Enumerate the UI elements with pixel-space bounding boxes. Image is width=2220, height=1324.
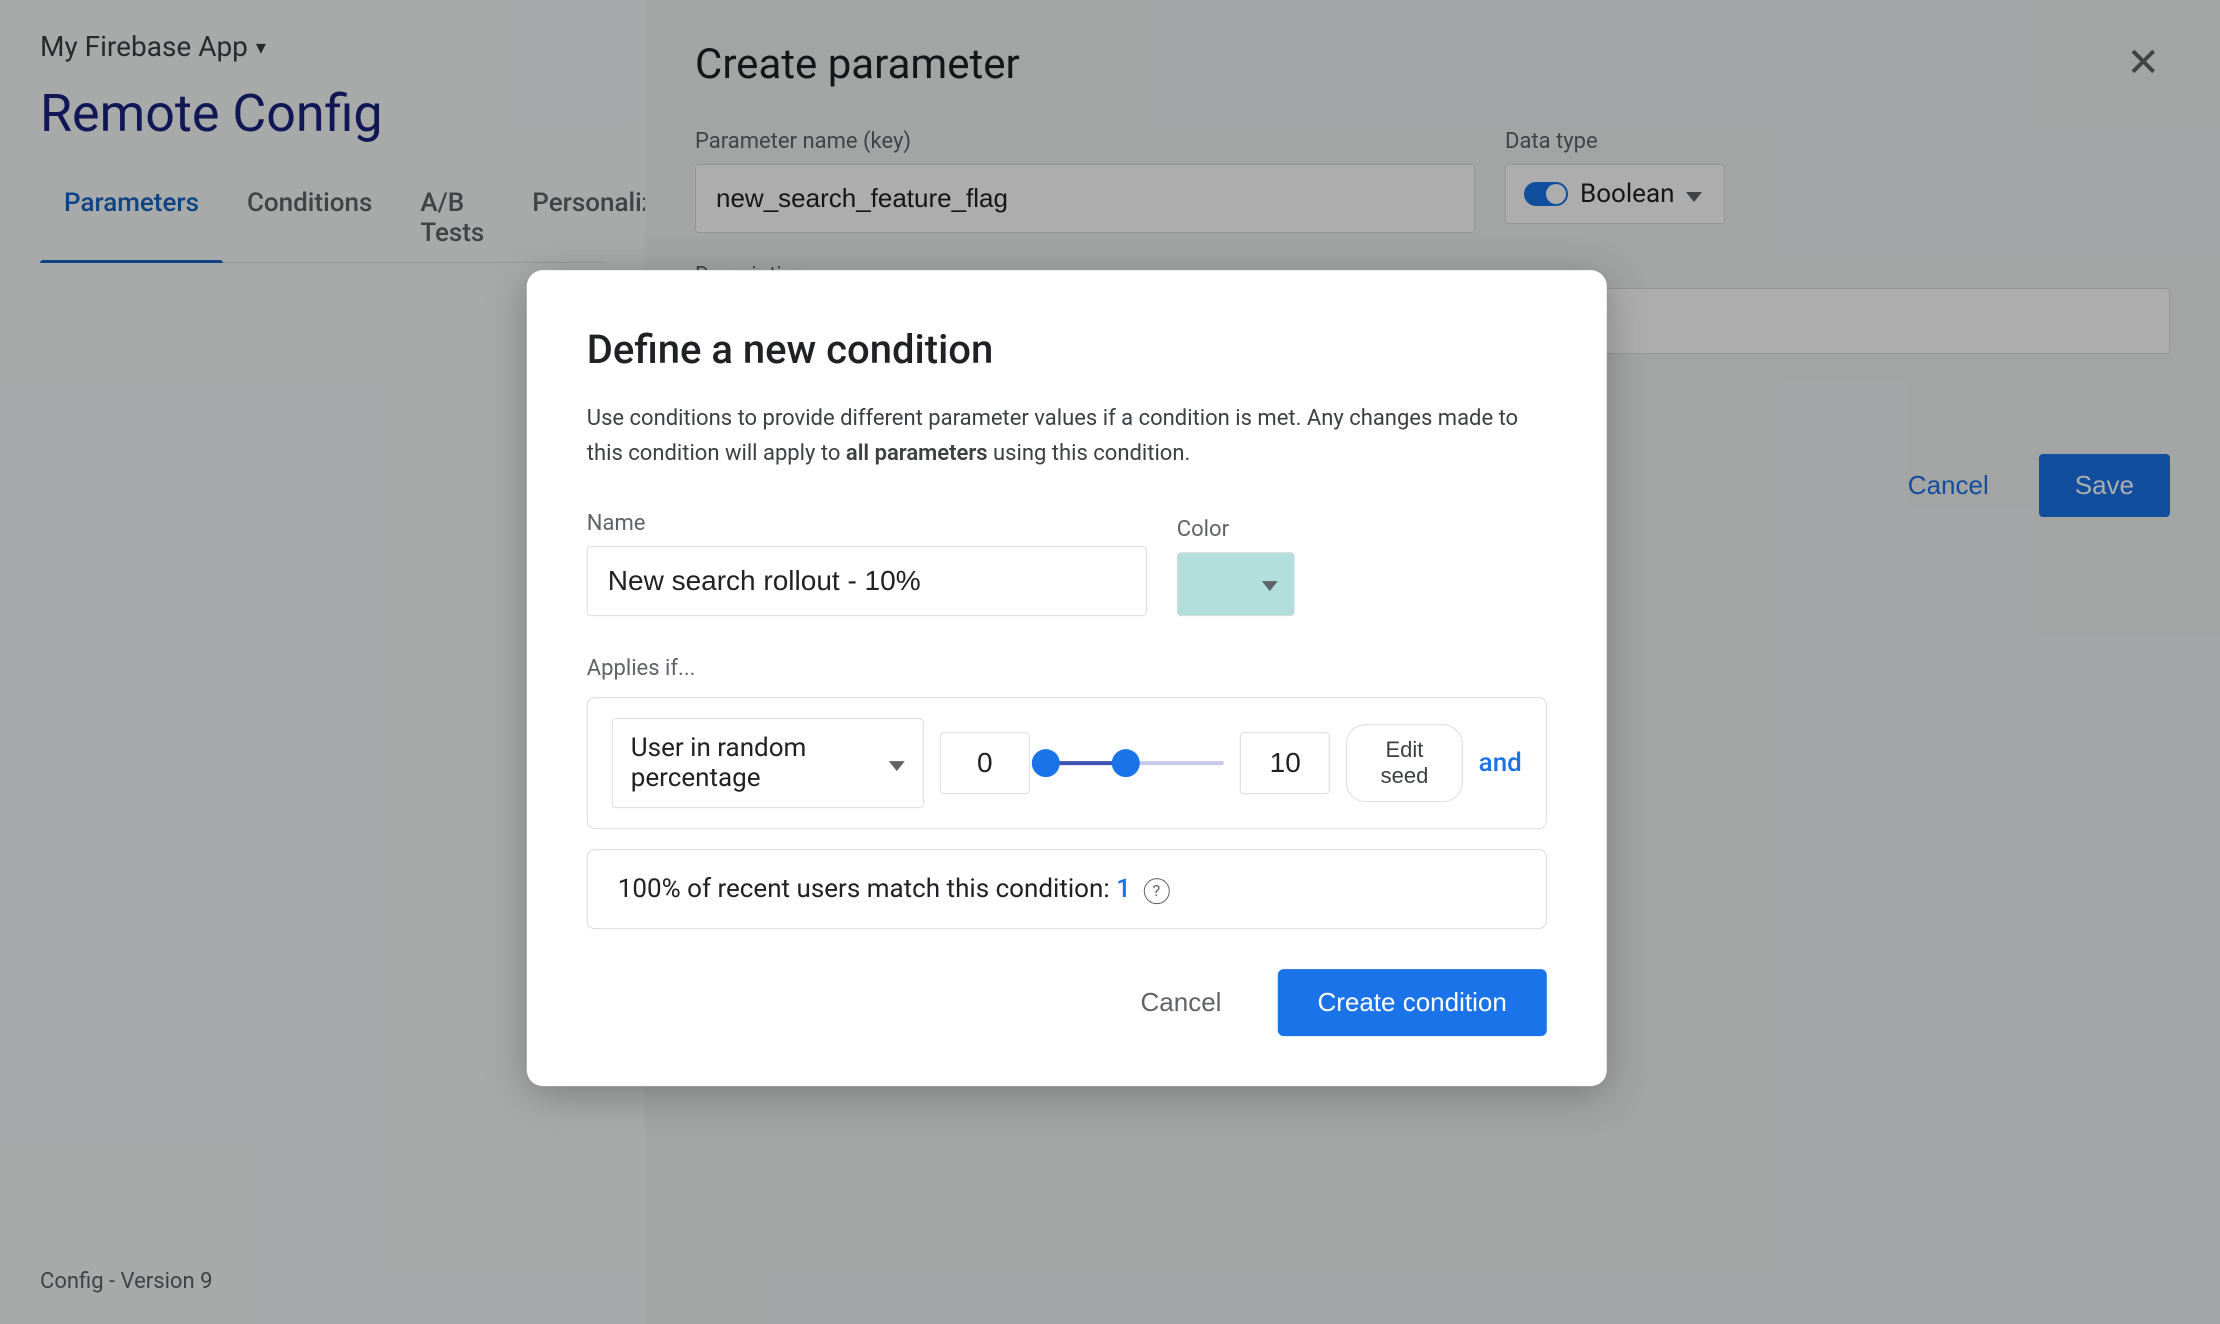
range-min-input[interactable] [940, 733, 1030, 795]
color-picker-chevron [1262, 572, 1278, 597]
help-icon[interactable]: ? [1143, 878, 1169, 904]
modal-desc-bold: all parameters [846, 441, 988, 466]
condition-name-input[interactable] [587, 547, 1147, 617]
color-swatch [1194, 568, 1254, 602]
condition-name-group: Name [587, 512, 1147, 617]
condition-type-chevron [889, 749, 905, 779]
color-group: Color [1177, 518, 1295, 617]
color-label: Color [1177, 518, 1295, 543]
applies-label: Applies if... [587, 657, 1547, 682]
slider-thumb-right[interactable] [1112, 750, 1140, 778]
modal-actions: Cancel Create condition [587, 970, 1547, 1037]
color-picker[interactable] [1177, 553, 1295, 617]
edit-seed-button[interactable]: Edit seed [1346, 725, 1462, 803]
modal-description: Use conditions to provide different para… [587, 401, 1547, 471]
condition-row: User in random percentage Edit seed and [587, 698, 1547, 830]
range-max-input[interactable] [1240, 733, 1330, 795]
match-text: 100% of recent users match this conditio… [618, 875, 1110, 905]
condition-type-select[interactable]: User in random percentage [612, 719, 924, 809]
modal-cancel-button[interactable]: Cancel [1109, 970, 1254, 1037]
condition-type-label: User in random percentage [631, 734, 879, 794]
modal-create-condition-button[interactable]: Create condition [1277, 970, 1546, 1037]
modal-desc-end: using this condition. [993, 441, 1190, 466]
condition-name-label: Name [587, 512, 1147, 537]
slider-container[interactable] [1046, 744, 1224, 784]
define-condition-modal: Define a new condition Use conditions to… [527, 270, 1607, 1086]
match-link[interactable]: 1 [1116, 875, 1131, 905]
match-info-box: 100% of recent users match this conditio… [587, 850, 1547, 930]
and-link[interactable]: and [1479, 749, 1522, 779]
modal-form-row: Name Color [587, 512, 1547, 617]
modal-title: Define a new condition [587, 326, 1547, 373]
slider-thumb-left[interactable] [1032, 750, 1060, 778]
